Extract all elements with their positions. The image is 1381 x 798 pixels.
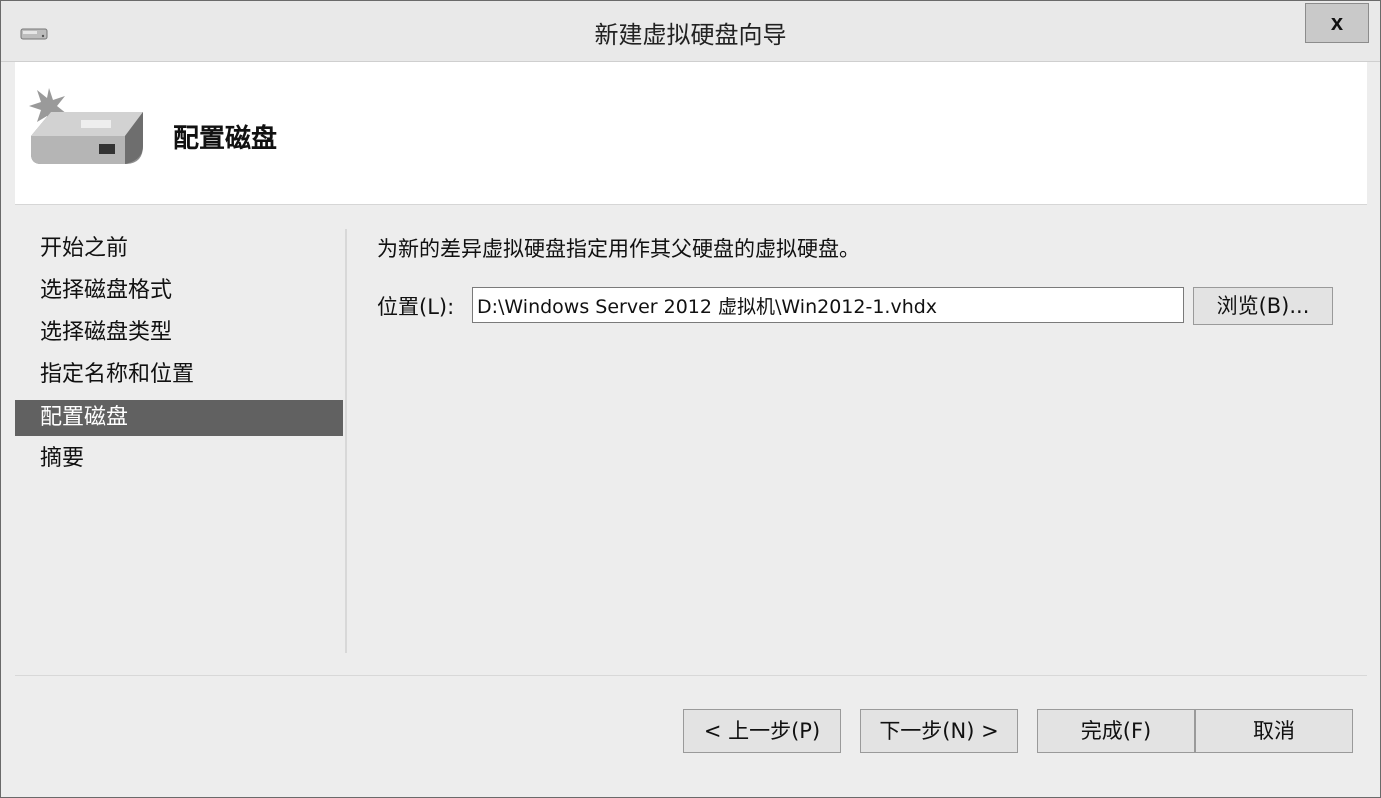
nav-item-configure-disk[interactable]: 配置磁盘 [15,400,343,436]
page-header: 配置磁盘 [15,62,1367,205]
nav-item-before-you-begin[interactable]: 开始之前 [15,229,343,271]
location-input[interactable] [472,287,1184,323]
instruction-text: 为新的差异虚拟硬盘指定用作其父硬盘的虚拟硬盘。 [377,237,860,261]
next-button[interactable]: 下一步(N) > [860,709,1018,753]
cancel-button[interactable]: 取消 [1195,709,1353,753]
wizard-window: 新建虚拟硬盘向导 x 配置磁盘 开始之前 选择磁盘格式 选择磁盘类型 指定名称和… [0,0,1381,798]
title-bar: 新建虚拟硬盘向导 x [1,1,1380,62]
browse-button[interactable]: 浏览(B)... [1193,287,1333,325]
nav-item-specify-name-location[interactable]: 指定名称和位置 [15,355,343,397]
nav-divider [345,229,347,653]
window-title: 新建虚拟硬盘向导 [594,21,787,49]
location-label: 位置(L): [377,295,455,319]
close-button[interactable]: x [1305,3,1369,43]
finish-button[interactable]: 完成(F) [1037,709,1195,753]
wizard-body: 开始之前 选择磁盘格式 选择磁盘类型 指定名称和位置 配置磁盘 摘要 为新的差异… [15,205,1367,783]
nav-item-summary[interactable]: 摘要 [15,439,343,481]
nav-item-choose-disk-type[interactable]: 选择磁盘类型 [15,313,343,355]
previous-button[interactable]: < 上一步(P) [683,709,841,753]
step-nav: 开始之前 选择磁盘格式 选择磁盘类型 指定名称和位置 配置磁盘 摘要 [15,229,343,481]
page-title: 配置磁盘 [173,124,278,154]
nav-item-choose-disk-format[interactable]: 选择磁盘格式 [15,271,343,313]
step-content: 为新的差异虚拟硬盘指定用作其父硬盘的虚拟硬盘。 位置(L): 浏览(B)... [377,229,1357,325]
hard-disk-new-icon [29,88,143,164]
footer-divider [15,675,1367,676]
location-row: 位置(L): 浏览(B)... [377,285,1357,325]
